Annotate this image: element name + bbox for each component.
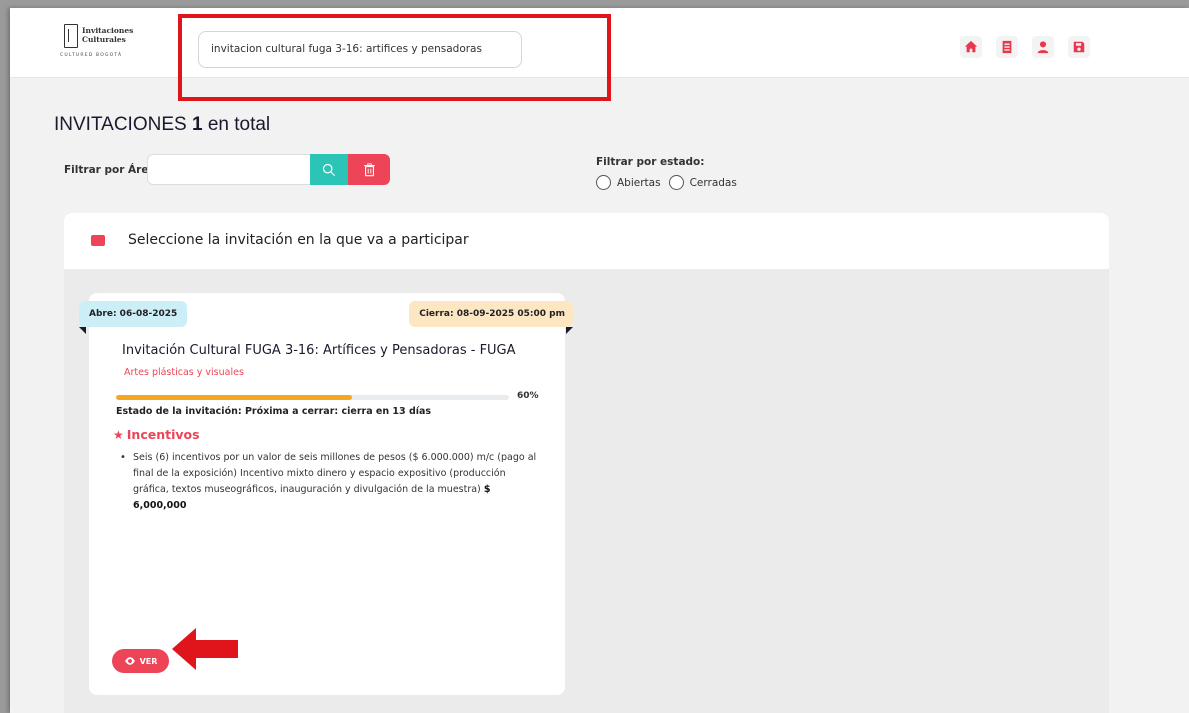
logo-line1: Invitaciones	[82, 26, 134, 35]
state-option-label: Abiertas	[617, 176, 661, 189]
state-filter-options: Abiertas Cerradas	[596, 175, 745, 190]
logo-line2: Culturales	[82, 35, 126, 44]
area-filter-input[interactable]	[147, 154, 311, 185]
progress-value: 60%	[517, 391, 539, 401]
envelope-icon	[91, 235, 105, 246]
page-title: INVITACIONES 1 en total	[54, 114, 270, 136]
close-date-badge: Cierra: 08-09-2025 05:00 pm	[409, 301, 573, 327]
logo-subtitle: CULTURED BOGOTÁ	[60, 53, 123, 58]
state-filter-label: Filtrar por estado:	[596, 156, 705, 168]
ribbon-fold	[79, 327, 86, 334]
radio-button[interactable]	[668, 175, 684, 190]
incentives-heading-label: Incentivos	[126, 427, 200, 442]
top-navbar: Invitaciones Culturales CULTURED BOGOTÁ …	[10, 8, 1189, 78]
state-option-abiertas[interactable]: Abiertas	[596, 175, 661, 190]
invitation-area: Artes plásticas y visuales	[124, 367, 244, 378]
incentive-list-item: Seis (6) incentivos por un valor de seis…	[120, 450, 543, 514]
page-title-suffix: en total	[207, 114, 271, 135]
logo-mark-icon	[64, 24, 78, 48]
header-icon-group	[960, 36, 1104, 58]
user-icon[interactable]	[1032, 36, 1054, 58]
eye-icon	[124, 657, 135, 665]
view-button[interactable]: VER	[112, 649, 169, 673]
page-title-count: 1	[191, 114, 203, 135]
star-icon: ★	[113, 427, 124, 442]
app-window: Invitaciones Culturales CULTURED BOGOTÁ …	[10, 8, 1189, 713]
pointer-arrow-icon	[172, 628, 238, 670]
state-option-cerradas[interactable]: Cerradas	[668, 175, 737, 190]
state-option-label: Cerradas	[689, 176, 737, 189]
radio-button[interactable]	[596, 175, 611, 190]
search-icon	[322, 163, 336, 176]
logo[interactable]: Invitaciones Culturales CULTURED BOGOTÁ	[58, 22, 158, 64]
trash-icon	[363, 162, 375, 176]
panel-header: Seleccione la invitación en la que va a …	[64, 213, 1109, 269]
invitation-status: Estado de la invitación: Próxima a cerra…	[116, 406, 432, 417]
filter-clear-button[interactable]	[348, 154, 390, 185]
page-title-prefix: INVITACIONES	[54, 114, 187, 135]
open-date-badge: Abre: 06-08-2025	[79, 301, 188, 327]
ribbon-fold	[566, 327, 573, 334]
search-input[interactable]: invitacion cultural fuga 3-16: artifices…	[198, 31, 522, 68]
save-icon[interactable]	[1068, 36, 1090, 58]
incentive-text: Seis (6) incentivos por un valor de seis…	[133, 452, 537, 495]
filter-search-button[interactable]	[310, 154, 348, 185]
list-icon[interactable]	[996, 36, 1018, 58]
invitation-card: Abre: 06-08-2025 Cierra: 08-09-2025 05:0…	[79, 293, 573, 695]
invitation-title: Invitación Cultural FUGA 3-16: Artífices…	[122, 343, 516, 358]
incentives-heading: ★ Incentivos	[113, 427, 200, 442]
view-button-label: VER	[139, 656, 158, 666]
home-icon[interactable]	[960, 36, 982, 58]
progress-fill	[116, 395, 352, 400]
progress-bar	[116, 395, 509, 400]
area-filter-label: Filtrar por Área:	[64, 164, 160, 176]
panel-heading: Seleccione la invitación en la que va a …	[128, 232, 469, 248]
